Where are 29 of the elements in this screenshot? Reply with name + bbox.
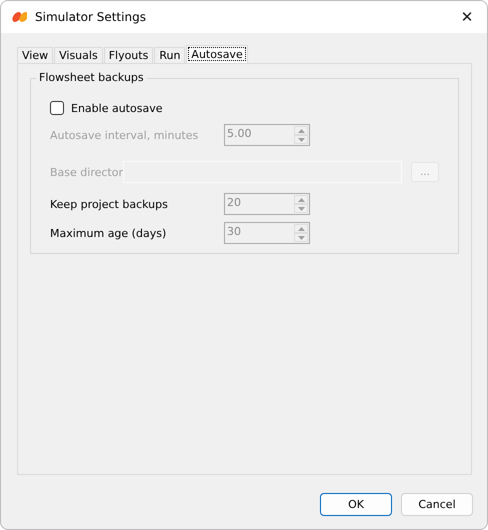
spin-up-button[interactable]: [294, 195, 308, 204]
spin-down-button[interactable]: [294, 135, 308, 144]
cancel-button[interactable]: Cancel: [401, 493, 473, 516]
tab[interactable]: View: [17, 47, 54, 63]
tab[interactable]: Visuals: [54, 47, 103, 63]
spin-down-button[interactable]: [294, 204, 308, 213]
up-arrow-icon: [298, 226, 304, 230]
field-label: Base director: [50, 166, 123, 178]
down-arrow-icon: [298, 236, 304, 240]
down-arrow-icon: [298, 206, 304, 210]
tab[interactable]: Run: [154, 47, 186, 63]
field-label: Autosave interval, minutes: [50, 128, 200, 142]
field-label: Keep project backups: [50, 198, 169, 210]
ok-button[interactable]: OK: [320, 493, 392, 516]
tab[interactable]: Autosave: [186, 45, 248, 63]
tab[interactable]: Flyouts: [104, 47, 154, 63]
up-arrow-icon: [298, 128, 304, 132]
window-title: Simulator Settings: [35, 10, 147, 24]
spin-up-button[interactable]: [294, 224, 308, 233]
down-arrow-icon: [298, 138, 304, 142]
spin-up-button[interactable]: [294, 126, 308, 135]
checkbox[interactable]: [50, 101, 64, 115]
close-icon[interactable]: ✕: [457, 8, 477, 26]
group-title: Flowsheet backups: [36, 71, 147, 84]
field-label: Maximum age (days): [50, 226, 168, 240]
checkbox-label: Enable autosave: [71, 102, 162, 114]
spin-down-button[interactable]: [294, 233, 308, 242]
app-logo-icon: [11, 11, 27, 23]
up-arrow-icon: [298, 198, 304, 202]
